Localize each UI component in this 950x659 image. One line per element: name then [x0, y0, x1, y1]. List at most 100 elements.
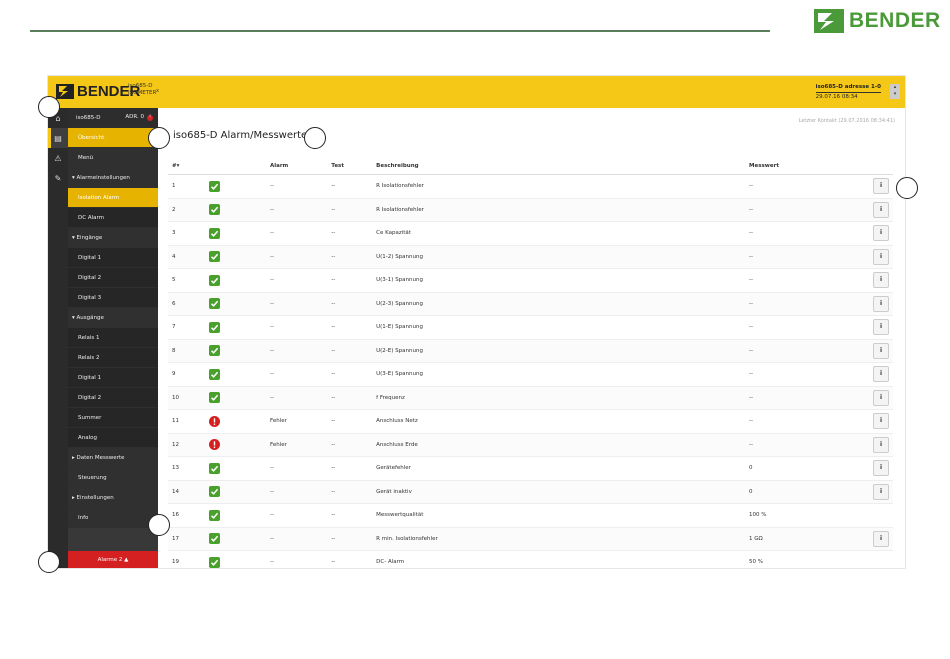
row-info: i	[869, 198, 893, 222]
row-test: --	[327, 456, 373, 481]
document-bender-logo: BENDER	[814, 8, 941, 34]
status-error-icon	[208, 415, 220, 427]
row-value: 0	[745, 456, 869, 481]
row-info	[869, 503, 893, 528]
row-alarm: --	[265, 198, 328, 222]
info-button[interactable]: i	[873, 201, 889, 218]
row-test: --	[327, 174, 373, 199]
device-icon[interactable]: ▤	[48, 128, 68, 148]
sidebar-item-eingang-digital-1[interactable]: Digital 1	[68, 248, 158, 268]
row-value: 100 %	[745, 503, 869, 528]
sidebar-item-ausgaenge[interactable]: ▾ Ausgänge	[68, 308, 158, 328]
hamburger-icon[interactable]: ▴ ▾	[890, 84, 900, 99]
sidebar-item-eingaenge[interactable]: ▾ Eingänge	[68, 228, 158, 248]
column-number-header[interactable]: #▾	[168, 158, 205, 175]
sidebar-item-steuerung[interactable]: Steuerung	[68, 468, 158, 488]
row-status	[204, 456, 266, 481]
row-alarm: --	[265, 503, 328, 528]
row-test: --	[327, 362, 373, 387]
row-description: R Isolationsfehler	[372, 198, 746, 222]
device-type: ISOMETER	[128, 90, 157, 96]
callout-marker	[148, 127, 170, 149]
row-value: 1 GΩ	[745, 527, 869, 551]
status-error-icon	[208, 439, 220, 451]
status-ok-icon	[208, 345, 220, 357]
info-button[interactable]: i	[873, 460, 889, 477]
info-button[interactable]: i	[873, 413, 889, 430]
sidebar-item-ausgang-digital-1[interactable]: Digital 1	[68, 368, 158, 388]
row-alarm: --	[265, 292, 328, 316]
row-status	[204, 245, 266, 269]
info-button[interactable]: i	[873, 389, 889, 406]
row-value: --	[745, 221, 869, 246]
table-body: 1 -- -- R Isolationsfehler -- i 2 -- -- R Isolati…	[168, 174, 893, 568]
info-button[interactable]: i	[873, 178, 889, 195]
info-button[interactable]: i	[873, 319, 889, 336]
info-button[interactable]: i	[873, 366, 889, 383]
row-number: 13	[168, 456, 205, 481]
alarms-button[interactable]: Alarme 2 ▲	[68, 551, 158, 568]
row-status	[204, 409, 266, 434]
table-row: 10 -- -- f Frequenz -- i	[168, 386, 893, 410]
sidebar-item-ausgang-digital-2[interactable]: Digital 2	[68, 388, 158, 408]
row-value: --	[745, 409, 869, 434]
row-alarm: --	[265, 527, 328, 551]
row-info: i	[869, 386, 893, 410]
callout-marker	[896, 177, 918, 199]
row-alarm: --	[265, 550, 328, 568]
row-status	[204, 198, 266, 222]
sidebar-item-alarmeinstellungen[interactable]: ▾ Alarmeinstellungen	[68, 168, 158, 188]
device-info: iso685-D ISOMETER x	[128, 83, 159, 97]
table-row: 3 -- -- Ce Kapazität -- i	[168, 221, 893, 246]
sidebar-item-eingang-digital-2[interactable]: Digital 2	[68, 268, 158, 288]
connection-info: iso685-D adresse 1-0 29.07.16 08:34	[815, 83, 881, 101]
sidebar-item-menu[interactable]: Menü	[68, 148, 158, 168]
row-info: i	[869, 174, 893, 199]
sidebar-item-dc-alarm[interactable]: DC Alarm	[68, 208, 158, 228]
info-button[interactable]: i	[873, 248, 889, 265]
sidebar-item-relais-1[interactable]: Relais 1	[68, 328, 158, 348]
row-status	[204, 174, 266, 199]
sidebar-item-eingang-digital-3[interactable]: Digital 3	[68, 288, 158, 308]
table-row: 5 -- -- U(3-1) Spannung -- i	[168, 268, 893, 293]
info-button[interactable]: i	[873, 295, 889, 312]
info-button[interactable]: i	[873, 225, 889, 242]
row-value: --	[745, 433, 869, 457]
row-info: i	[869, 339, 893, 363]
table-row: 9 -- -- U(3-E) Spannung -- i	[168, 362, 893, 387]
alarms-count: 2	[118, 556, 123, 563]
row-alarm: --	[265, 245, 328, 269]
sidebar-item-uebersicht[interactable]: Übersicht	[68, 128, 158, 148]
callout-marker	[38, 96, 60, 118]
sidebar-item-summer[interactable]: Summer	[68, 408, 158, 428]
row-status	[204, 433, 266, 457]
status-ok-icon	[208, 462, 220, 474]
sidebar-item-daten-messwerte[interactable]: ▸ Daten Messwerte	[68, 448, 158, 468]
info-button[interactable]: i	[873, 530, 889, 547]
device-close-icon[interactable]: x	[156, 88, 159, 95]
row-number: 8	[168, 339, 205, 363]
table-row: 6 -- -- U(2-3) Spannung -- i	[168, 292, 893, 316]
table-row: 13 -- -- Gerätefehler 0 i	[168, 456, 893, 481]
row-test: --	[327, 386, 373, 410]
warning-icon[interactable]: ⚠	[48, 148, 68, 168]
sidebar-item-relais-2[interactable]: Relais 2	[68, 348, 158, 368]
info-button[interactable]: i	[873, 342, 889, 359]
tools-icon[interactable]: ✎	[48, 168, 68, 188]
info-button[interactable]: i	[873, 483, 889, 500]
sidebar-item-info[interactable]: Info	[68, 508, 158, 528]
row-description: U(2-3) Spannung	[372, 292, 746, 316]
row-info: i	[869, 292, 893, 316]
row-info: i	[869, 527, 893, 551]
sidebar-device-row[interactable]: iso685-D ADR. 0!	[68, 108, 158, 128]
info-button[interactable]: i	[873, 436, 889, 453]
row-description: U(1-2) Spannung	[372, 245, 746, 269]
row-value: --	[745, 362, 869, 387]
callout-marker	[304, 127, 326, 149]
sidebar-item-analog[interactable]: Analog	[68, 428, 158, 448]
info-button[interactable]: i	[873, 272, 889, 289]
document-header-rule	[30, 30, 770, 32]
sidebar-item-isolation-alarm[interactable]: Isolation Alarm	[68, 188, 158, 208]
sidebar-item-einstellungen[interactable]: ▸ Einstellungen	[68, 488, 158, 508]
row-alarm: Fehler	[265, 409, 328, 434]
